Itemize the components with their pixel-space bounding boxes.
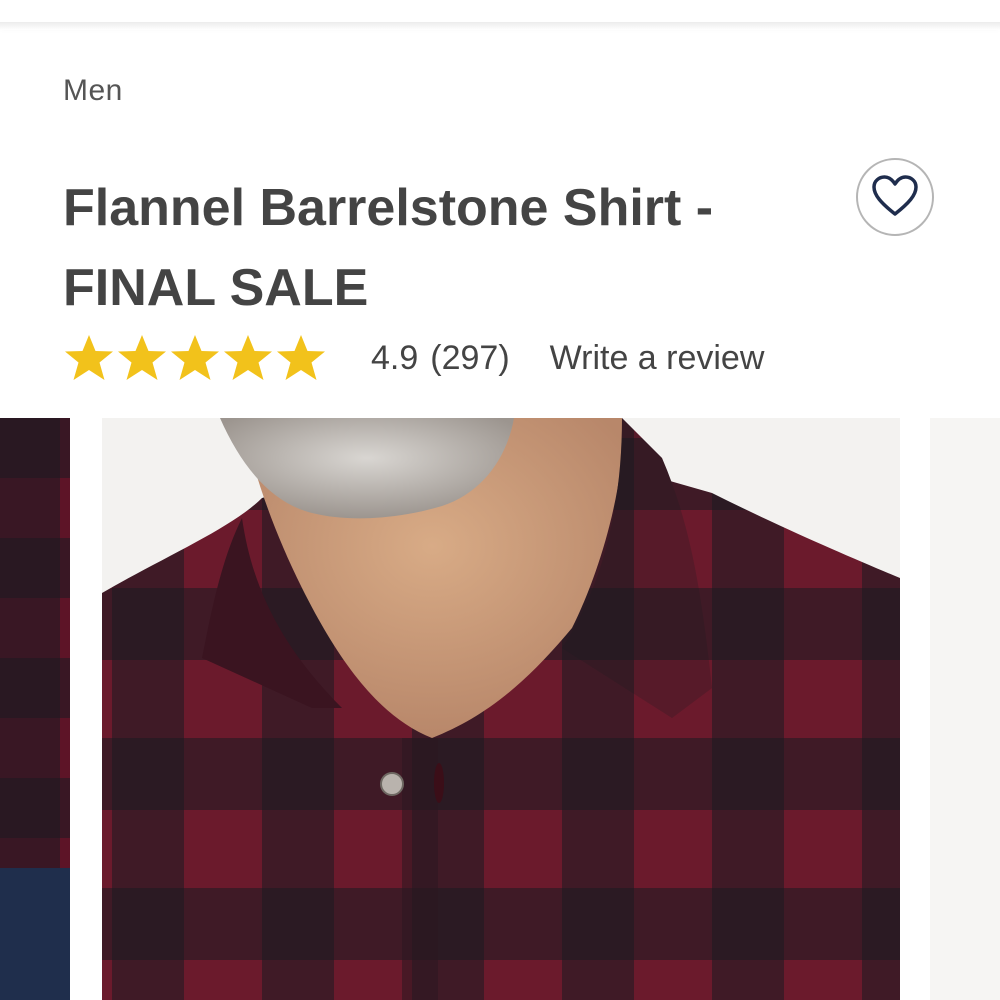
star-icon <box>277 335 325 380</box>
star-icon <box>224 335 272 380</box>
product-page: Men Flannel Barrelstone Shirt - FINAL SA… <box>0 0 1000 1000</box>
heart-icon <box>872 175 918 216</box>
product-title: Flannel Barrelstone Shirt - FINAL SALE <box>63 168 823 328</box>
rating-value: 4.9 <box>371 338 419 377</box>
write-review-link[interactable]: Write a review <box>550 339 765 378</box>
plaid-shirt-photo <box>102 418 900 1000</box>
wishlist-button[interactable] <box>856 158 934 236</box>
star-rating <box>63 332 327 384</box>
star-icon <box>171 335 219 380</box>
star-icon <box>118 335 166 380</box>
rating-row: 4.9 (297) Write a review <box>63 330 764 386</box>
light-background-photo <box>930 418 1000 1000</box>
breadcrumb[interactable]: Men <box>63 74 123 108</box>
product-title-line-2: FINAL SALE <box>63 259 369 317</box>
star-icon <box>65 335 113 380</box>
gallery-image-next[interactable] <box>930 418 1000 1000</box>
top-bar <box>0 0 1000 22</box>
product-image-gallery[interactable] <box>0 418 1000 1000</box>
review-count[interactable]: (297) <box>430 339 509 378</box>
plaid-shirt-photo <box>0 418 70 1000</box>
gallery-image-main[interactable] <box>102 418 900 1000</box>
top-bar-divider <box>0 22 1000 30</box>
gallery-image-previous[interactable] <box>0 418 70 1000</box>
product-title-line-1: Flannel Barrelstone Shirt - <box>63 179 714 237</box>
